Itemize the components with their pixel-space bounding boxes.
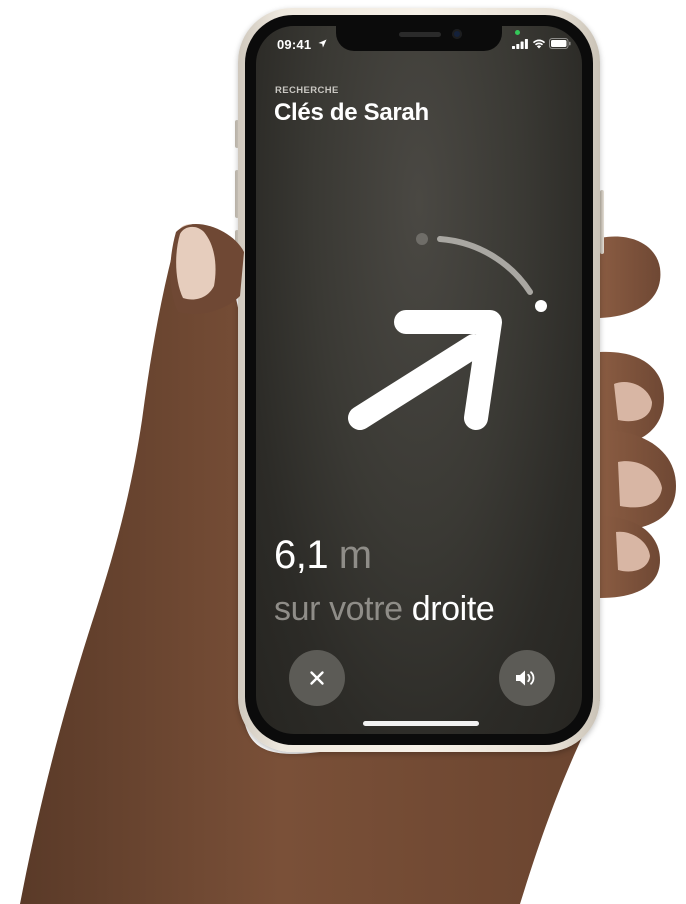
product-scene: 09:41 RECHERCHE Clés de Sarah 6,1 m sur … <box>0 0 686 904</box>
thumb-overlay <box>170 224 244 315</box>
